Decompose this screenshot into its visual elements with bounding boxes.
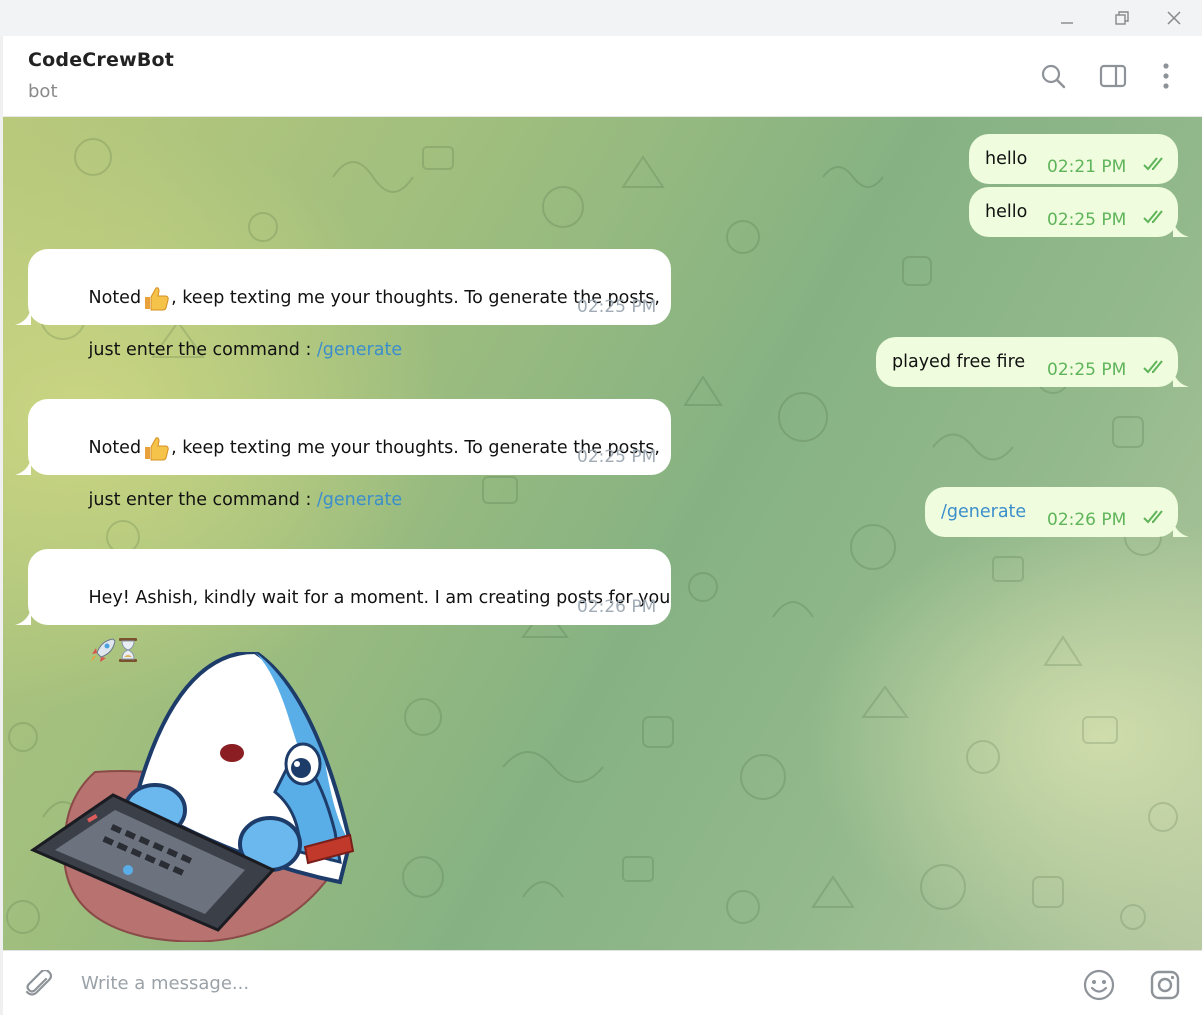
bubble-tail xyxy=(1173,369,1189,387)
paperclip-icon xyxy=(25,970,53,996)
minimize-button[interactable] xyxy=(1045,4,1089,32)
more-vertical-icon xyxy=(1163,63,1169,89)
read-checkmarks-icon xyxy=(1143,157,1163,171)
message-composer: Write a message... xyxy=(3,950,1202,1015)
message-time: 02:26 PM xyxy=(577,597,657,617)
generate-command-link[interactable]: /generate xyxy=(941,499,1026,525)
message-text: Noted, keep texting me your thoughts. To… xyxy=(44,259,660,389)
close-icon xyxy=(1167,11,1181,25)
thumbs-up-emoji-icon xyxy=(145,437,169,461)
chat-header: CodeCrewBot bot xyxy=(3,36,1202,117)
generate-command-link[interactable]: /generate xyxy=(317,490,402,510)
instagram-camera-icon xyxy=(1150,970,1180,1000)
search-button[interactable] xyxy=(1037,60,1069,92)
message-time: 02:21 PM xyxy=(1047,157,1127,177)
message-text: hello xyxy=(985,149,1028,169)
outgoing-message[interactable]: hello 02:25 PM xyxy=(969,187,1178,237)
close-window-button[interactable] xyxy=(1152,4,1196,32)
chat-title[interactable]: CodeCrewBot xyxy=(28,49,174,71)
message-time: 02:25 PM xyxy=(577,447,657,467)
search-icon xyxy=(1041,64,1066,89)
bubble-tail xyxy=(15,457,31,475)
chat-window: CodeCrewBot bot hello 02:21 PM hello 02:… xyxy=(3,36,1202,1015)
shark-typing-on-laptop-sticker[interactable] xyxy=(25,652,365,942)
restore-button[interactable] xyxy=(1100,4,1144,32)
more-options-button[interactable] xyxy=(1150,60,1182,92)
message-time: 02:25 PM xyxy=(1047,210,1127,230)
message-text: Noted, keep texting me your thoughts. To… xyxy=(44,409,660,539)
bubble-tail xyxy=(1173,519,1189,537)
emoji-button[interactable] xyxy=(1081,967,1117,1003)
restore-icon xyxy=(1115,11,1129,25)
message-input[interactable]: Write a message... xyxy=(81,973,249,994)
bubble-tail xyxy=(15,607,31,625)
incoming-message[interactable]: Hey! Ashish, kindly wait for a moment. I… xyxy=(28,549,671,662)
message-time: 02:26 PM xyxy=(1047,510,1127,530)
outgoing-message[interactable]: hello 02:21 PM xyxy=(969,134,1178,184)
thumbs-up-emoji-icon xyxy=(145,287,169,311)
bubble-tail xyxy=(1173,219,1189,237)
read-checkmarks-icon xyxy=(1143,360,1163,374)
message-list[interactable]: hello 02:21 PM hello 02:25 PM Noted, kee… xyxy=(3,117,1202,950)
minimize-icon xyxy=(1061,22,1073,24)
read-checkmarks-icon xyxy=(1143,510,1163,524)
sidebar-toggle-icon xyxy=(1099,64,1127,88)
message-text: played free fire xyxy=(892,352,1026,372)
incoming-message[interactable]: Noted, keep texting me your thoughts. To… xyxy=(28,399,671,510)
chat-subtitle: bot xyxy=(28,81,58,102)
outgoing-message[interactable]: played free fire 02:25 PM xyxy=(876,337,1178,387)
sidebar-toggle-button[interactable] xyxy=(1097,60,1129,92)
incoming-message[interactable]: Noted, keep texting me your thoughts. To… xyxy=(28,249,671,360)
generate-command-link[interactable]: /generate xyxy=(317,340,402,360)
read-checkmarks-icon xyxy=(1143,210,1163,224)
message-text: hello xyxy=(985,202,1028,222)
camera-button[interactable] xyxy=(1147,967,1183,1003)
outgoing-message[interactable]: /generate 02:26 PM xyxy=(925,487,1178,537)
smiley-icon xyxy=(1083,969,1115,1001)
window-titlebar xyxy=(0,0,1202,36)
message-time: 02:25 PM xyxy=(1047,360,1127,380)
attach-button[interactable] xyxy=(21,967,57,1003)
bubble-tail xyxy=(15,307,31,325)
message-time: 02:25 PM xyxy=(577,297,657,317)
